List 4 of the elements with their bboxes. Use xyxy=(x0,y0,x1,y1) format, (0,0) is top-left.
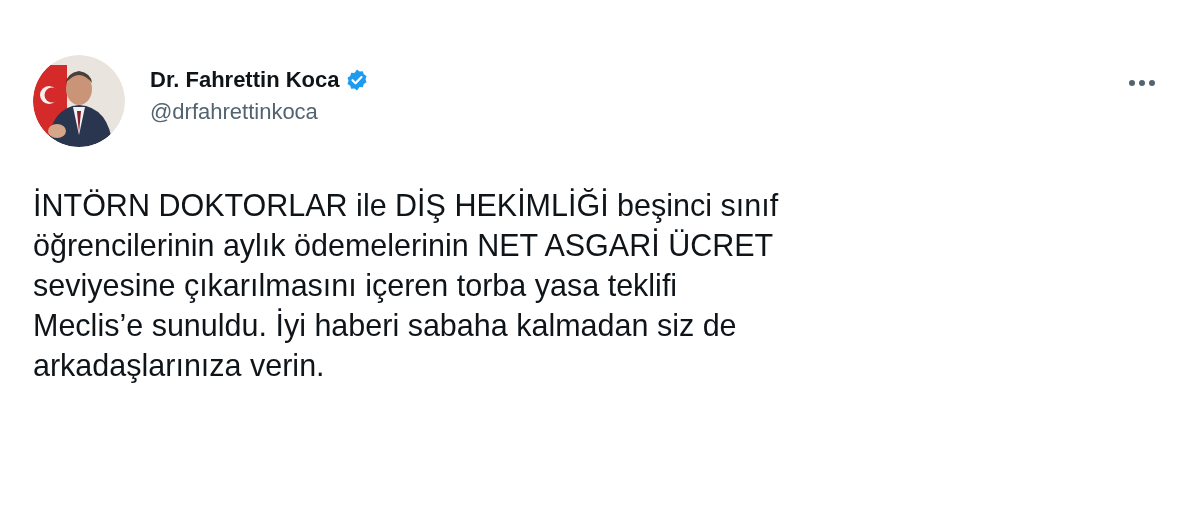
more-options-icon[interactable] xyxy=(1127,77,1157,89)
author-handle[interactable]: @drfahrettinkoca xyxy=(150,99,1102,125)
author-name[interactable]: Dr. Fahrettin Koca xyxy=(150,67,340,93)
tweet-text: İNTÖRN DOKTORLAR ile DİŞ HEKİMLİĞİ beşinci sınıf öğrencilerinin aylık ödemelerinin NET ASGARİ ÜCRET seviyesine çıkarılmasını içeren torba yasa teklifi Meclis’e sunuldu. İyi haberi sabaha kalmadan siz de arkadaşlarınıza verin. xyxy=(33,187,780,385)
